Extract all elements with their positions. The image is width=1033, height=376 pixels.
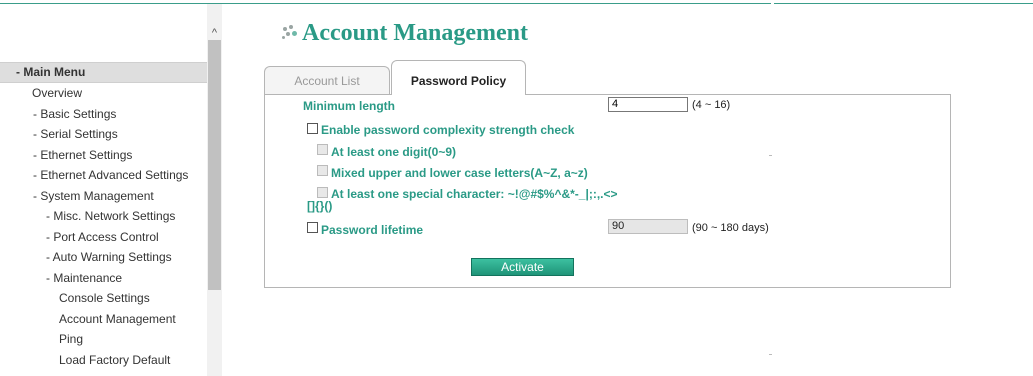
minimum-length-input[interactable]: 4: [608, 97, 688, 112]
menu-item-ethernet-settings[interactable]: - Ethernet Settings: [0, 145, 207, 166]
menu-item-serial-settings[interactable]: - Serial Settings: [0, 124, 207, 145]
tab-password-policy[interactable]: Password Policy: [391, 60, 526, 95]
complexity-label: Enable password complexity strength chec…: [321, 123, 575, 137]
divider-mark: [769, 354, 772, 355]
password-lifetime-range: (90 ~ 180 days): [692, 222, 769, 234]
digit-checkbox[interactable]: [317, 144, 328, 155]
menu-item-misc-network-settings[interactable]: - Misc. Network Settings: [0, 206, 207, 227]
menu-item-ethernet-advanced-settings[interactable]: - Ethernet Advanced Settings: [0, 165, 207, 186]
menu-item-load-factory-default[interactable]: Load Factory Default: [0, 350, 207, 371]
password-lifetime-label: Password lifetime: [321, 223, 424, 237]
minimum-length-range: (4 ~ 16): [692, 99, 731, 111]
activate-button[interactable]: Activate: [471, 258, 574, 276]
menu-item-overview[interactable]: Overview: [0, 83, 207, 104]
digit-label: At least one digit(0~9): [331, 145, 457, 159]
complexity-checkbox[interactable]: [307, 123, 318, 134]
divider-mark: [769, 155, 772, 156]
special-char-checkbox[interactable]: [317, 187, 328, 198]
tab-account-list[interactable]: Account List: [264, 66, 390, 94]
password-lifetime-checkbox[interactable]: [307, 222, 318, 233]
main-menu: - Main Menu Overview - Basic Settings - …: [0, 62, 207, 370]
top-border-gap: [771, 2, 774, 5]
menu-item-port-access-control[interactable]: - Port Access Control: [0, 227, 207, 248]
menu-item-ping[interactable]: Ping: [0, 329, 207, 350]
page-title: Account Management: [302, 20, 528, 46]
scroll-up-arrow-icon[interactable]: ^: [207, 26, 222, 40]
special-char-label: At least one special character: ~!@#$%^&…: [331, 187, 618, 201]
scrollbar-thumb[interactable]: [208, 40, 221, 290]
title-dots-icon: [280, 24, 302, 42]
menu-item-console-settings[interactable]: Console Settings: [0, 288, 207, 309]
special-char-label-line2: []{}(): [307, 199, 333, 213]
minimum-length-label: Minimum length: [303, 99, 395, 113]
menu-item-auto-warning-settings[interactable]: - Auto Warning Settings: [0, 247, 207, 268]
menu-item-system-management[interactable]: - System Management: [0, 186, 207, 207]
menu-item-maintenance[interactable]: - Maintenance: [0, 268, 207, 289]
menu-item-account-management[interactable]: Account Management: [0, 309, 207, 330]
main-menu-header[interactable]: - Main Menu: [0, 62, 207, 83]
sidebar-scrollbar[interactable]: ^: [207, 4, 222, 376]
password-lifetime-input[interactable]: 90: [608, 219, 688, 234]
menu-item-basic-settings[interactable]: - Basic Settings: [0, 104, 207, 125]
mixed-case-checkbox[interactable]: [317, 165, 328, 176]
mixed-case-label: Mixed upper and lower case letters(A~Z, …: [331, 166, 588, 180]
